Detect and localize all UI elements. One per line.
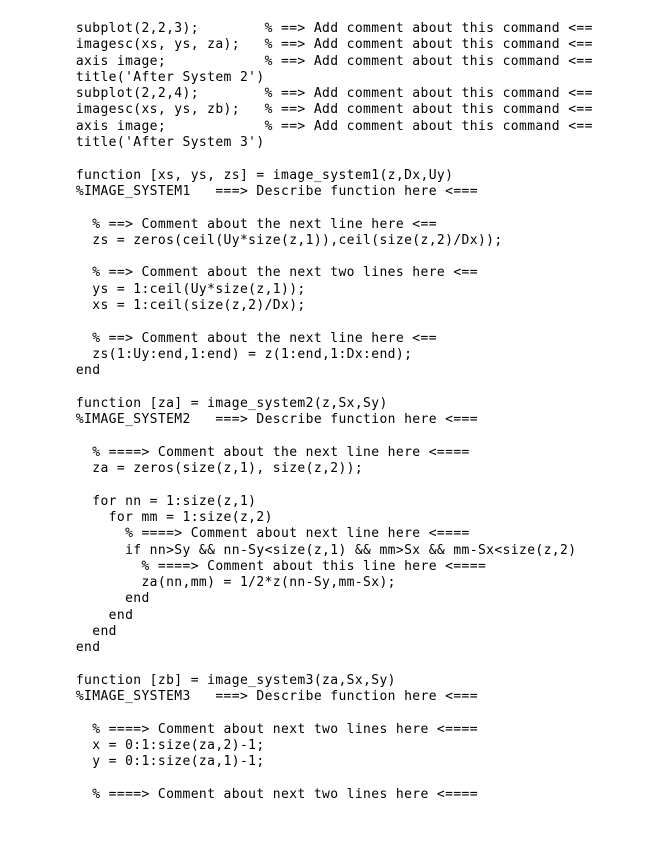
code-line: axis image; % ==> Add comment about this… [43,53,593,69]
code-line: zs(1:Uy:end,1:end) = z(1:end,1:Dx:end); [43,346,413,362]
code-page: subplot(2,2,3); % ==> Add comment about … [0,0,666,857]
code-line: y = 0:1:size(za,1)-1; [43,754,265,770]
code-line: imagesc(xs, ys, zb); % ==> Add comment a… [43,102,593,118]
code-line: subplot(2,2,3); % ==> Add comment about … [43,21,593,36]
code-line: function [xs, ys, zs] = image_system1(z,… [43,167,454,183]
code-line: % ==> Comment about the next line here <… [43,216,437,232]
code-line: za(nn,mm) = 1/2*z(nn-Sy,mm-Sx); [43,575,396,591]
code-line: %IMAGE_SYSTEM3 ===> Describe function he… [43,689,478,705]
code-line: % ====> Comment about next two lines her… [43,786,478,802]
code-line: % ====> Comment about this line here <==… [43,558,487,574]
code-line: function [za] = image_system2(z,Sx,Sy) [43,395,388,411]
code-line: title('After System 2') [43,69,265,85]
code-line: ys = 1:ceil(Uy*size(z,1)); [43,281,306,297]
code-line: end [43,607,134,623]
code-line: % ====> Comment about the next line here… [43,444,470,460]
code-line: zs = zeros(ceil(Uy*size(z,1)),ceil(size(… [43,232,503,248]
code-line: function [zb] = image_system3(za,Sx,Sy) [43,672,396,688]
code-line: x = 0:1:size(za,2)-1; [43,738,265,754]
code-line: za = zeros(size(z,1), size(z,2)); [43,461,364,477]
code-line: % ==> Comment about the next two lines h… [43,265,478,281]
code-line: % ====> Comment about next two lines her… [43,721,478,737]
code-line: subplot(2,2,4); % ==> Add comment about … [43,86,593,102]
code-line: % ====> Comment about next line here <==… [43,526,470,542]
code-line: end [43,363,101,379]
code-line: imagesc(xs, ys, za); % ==> Add comment a… [43,37,593,53]
code-line: end [43,640,101,656]
code-line: end [43,591,150,607]
code-line: if nn>Sy && nn-Sy<size(z,1) && mm>Sx && … [43,542,577,558]
code-line: axis image; % ==> Add comment about this… [43,118,593,134]
code-listing[interactable]: subplot(2,2,3); % ==> Add comment about … [43,21,593,803]
code-line: xs = 1:ceil(size(z,2)/Dx); [43,298,306,314]
code-line: end [43,623,117,639]
code-line: for nn = 1:size(z,1) [43,493,257,509]
code-line: %IMAGE_SYSTEM2 ===> Describe function he… [43,412,478,428]
code-line: title('After System 3') [43,135,265,151]
code-line: %IMAGE_SYSTEM1 ===> Describe function he… [43,183,478,199]
code-line: for mm = 1:size(z,2) [43,509,273,525]
code-line: % ==> Comment about the next line here <… [43,330,437,346]
